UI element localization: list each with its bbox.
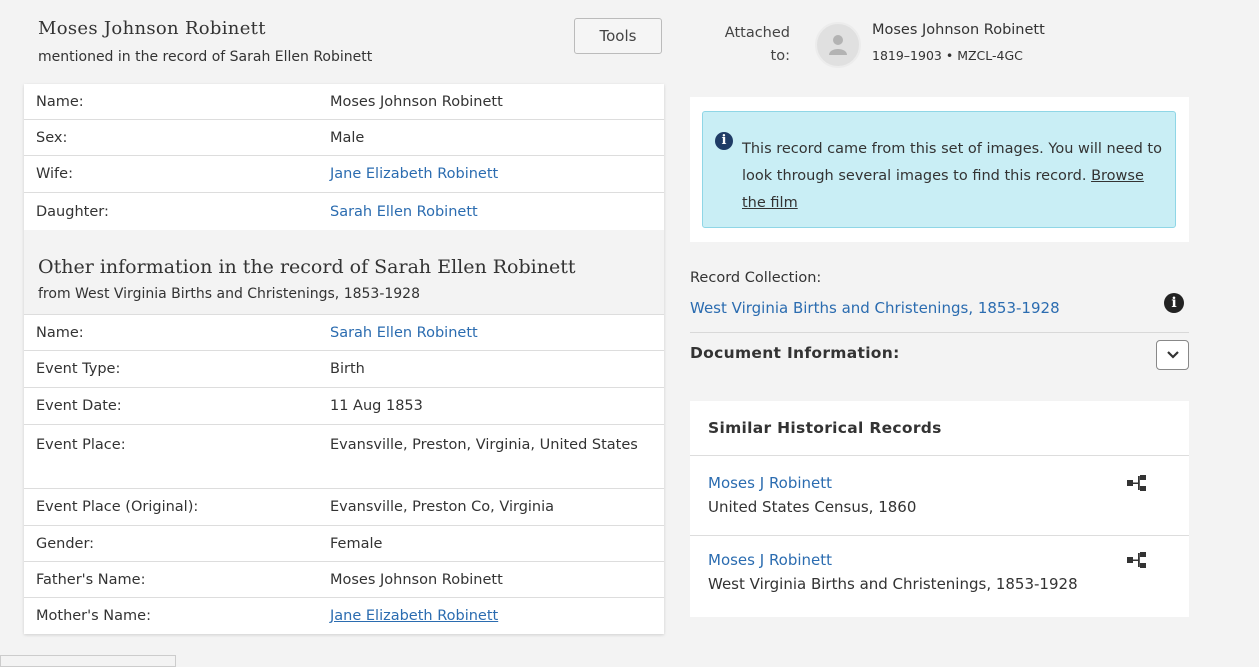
similar-record-link[interactable]: Moses J Robinett xyxy=(708,551,832,569)
info-text: This record came from this set of images… xyxy=(742,136,1162,217)
field-row-father: Father's Name: Moses Johnson Robinett xyxy=(24,562,664,598)
similar-record-item: Moses J Robinett West Virginia Births an… xyxy=(708,551,1178,593)
field-label: Event Date: xyxy=(36,398,122,414)
tree-icon[interactable] xyxy=(1126,551,1150,569)
wife-link[interactable]: Jane Elizabeth Robinett xyxy=(330,166,498,182)
field-value: Evansville, Preston, Virginia, United St… xyxy=(330,437,638,453)
field-value: 11 Aug 1853 xyxy=(330,398,423,414)
mother-link[interactable]: Jane Elizabeth Robinett xyxy=(330,608,498,624)
similar-records-panel: Similar Historical Records Moses J Robin… xyxy=(690,401,1189,617)
bottom-tab-stub xyxy=(0,655,176,667)
field-label: Name: xyxy=(36,324,84,341)
field-row-event-date: Event Date: 11 Aug 1853 xyxy=(24,388,664,425)
daughter-link[interactable]: Sarah Ellen Robinett xyxy=(330,204,478,220)
field-label: Father's Name: xyxy=(36,571,146,588)
field-label: Event Place (Original): xyxy=(36,499,199,515)
field-label: Mother's Name: xyxy=(36,608,151,624)
field-value: Male xyxy=(330,129,365,146)
attached-person-meta: 1819–1903 • MZCL-4GC xyxy=(872,48,1023,63)
record-collection-label: Record Collection: xyxy=(690,270,822,286)
record-header: Moses Johnson Robinett mentioned in the … xyxy=(24,8,664,84)
divider xyxy=(690,455,1189,456)
child-name-link[interactable]: Sarah Ellen Robinett xyxy=(330,325,478,341)
field-row-event-place: Event Place: Evansville, Preston, Virgin… xyxy=(24,425,664,489)
other-info-header: Other information in the record of Sarah… xyxy=(24,230,664,315)
person-name-title: Moses Johnson Robinett xyxy=(38,18,266,39)
field-row-gender: Gender: Female xyxy=(24,526,664,562)
field-row-wife: Wife: Jane Elizabeth Robinett xyxy=(24,156,664,193)
field-value: Female xyxy=(330,535,383,552)
field-row-event-type: Event Type: Birth xyxy=(24,351,664,388)
image-info-alert: i This record came from this set of imag… xyxy=(702,111,1176,228)
chevron-down-icon xyxy=(1166,351,1179,359)
other-info-subtitle: from West Virginia Births and Christenin… xyxy=(38,286,420,302)
field-row-child-name: Name: Sarah Ellen Robinett xyxy=(24,315,664,351)
image-info-panel: i This record came from this set of imag… xyxy=(690,97,1189,242)
field-row-mother: Mother's Name: Jane Elizabeth Robinett xyxy=(24,598,664,634)
other-info-title: Other information in the record of Sarah… xyxy=(38,256,576,278)
field-value: Evansville, Preston Co, Virginia xyxy=(330,499,555,515)
field-label: Wife: xyxy=(36,166,73,182)
document-info-label: Document Information: xyxy=(690,344,900,362)
person-icon[interactable] xyxy=(815,22,861,68)
similar-record-link[interactable]: Moses J Robinett xyxy=(708,474,832,492)
field-row-daughter: Daughter: Sarah Ellen Robinett xyxy=(24,193,664,230)
similar-records-title: Similar Historical Records xyxy=(708,419,942,437)
divider xyxy=(690,332,1189,333)
similar-record-item: Moses J Robinett United States Census, 1… xyxy=(708,474,1178,516)
field-label: Event Place: xyxy=(36,437,126,453)
collection-info-icon[interactable]: i xyxy=(1164,293,1184,313)
field-label: Event Type: xyxy=(36,361,121,377)
person-subtitle: mentioned in the record of Sarah Ellen R… xyxy=(38,49,373,65)
record-collection-link[interactable]: West Virginia Births and Christenings, 1… xyxy=(690,299,1060,317)
field-value: Moses Johnson Robinett xyxy=(330,93,503,110)
info-icon: i xyxy=(715,132,733,150)
tools-button[interactable]: Tools xyxy=(574,18,662,54)
record-details-card: Name: Moses Johnson Robinett Sex: Male W… xyxy=(24,84,664,634)
field-value: Moses Johnson Robinett xyxy=(330,571,503,588)
field-row-sex: Sex: Male xyxy=(24,120,664,156)
field-value: Birth xyxy=(330,361,365,377)
similar-record-collection: United States Census, 1860 xyxy=(708,498,917,516)
field-label: Gender: xyxy=(36,535,95,552)
field-label: Sex: xyxy=(36,129,68,146)
field-label: Daughter: xyxy=(36,203,109,220)
similar-record-collection: West Virginia Births and Christenings, 1… xyxy=(708,575,1078,593)
field-label: Name: xyxy=(36,93,84,110)
field-row-event-place-original: Event Place (Original): Evansville, Pres… xyxy=(24,489,664,526)
attached-to-label: Attached to: xyxy=(724,25,790,64)
document-info-toggle[interactable] xyxy=(1156,340,1189,370)
attached-person-name[interactable]: Moses Johnson Robinett xyxy=(872,22,1045,38)
divider xyxy=(690,535,1189,536)
field-row-name: Name: Moses Johnson Robinett xyxy=(24,84,664,120)
tree-icon[interactable] xyxy=(1126,474,1150,492)
